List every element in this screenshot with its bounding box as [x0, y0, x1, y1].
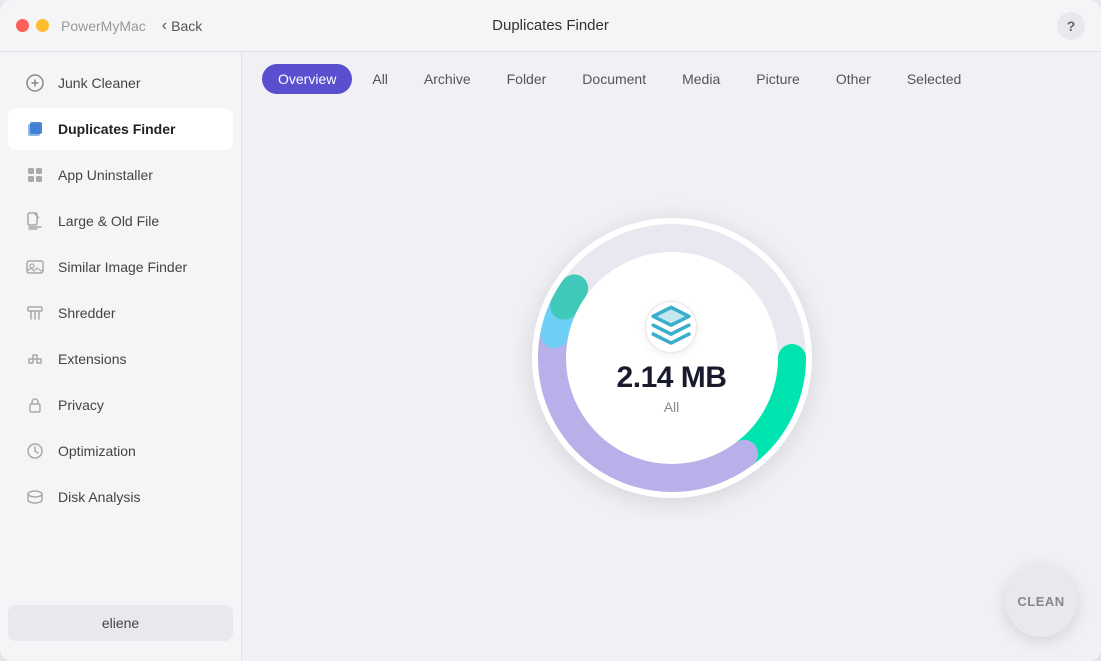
content-area: Overview All Archive Folder Document Med…	[242, 52, 1101, 661]
tab-other[interactable]: Other	[820, 64, 887, 94]
main-layout: Junk Cleaner Duplicates Finder	[0, 52, 1101, 661]
sidebar-item-label: App Uninstaller	[58, 167, 153, 183]
sidebar-item-shredder[interactable]: Shredder	[8, 292, 233, 334]
back-label: Back	[171, 18, 202, 34]
sidebar-item-label: Shredder	[58, 305, 116, 321]
app-name: PowerMyMac	[61, 18, 146, 34]
chart-label: All	[664, 399, 680, 415]
chart-value: 2.14 MB	[617, 361, 727, 395]
sidebar-item-label: Extensions	[58, 351, 126, 367]
sidebar-item-duplicates-finder[interactable]: Duplicates Finder	[8, 108, 233, 150]
sidebar-item-label: Large & Old File	[58, 213, 159, 229]
disk-analysis-icon	[24, 486, 46, 508]
donut-center: 2.14 MB All	[617, 301, 727, 415]
sidebar-item-label: Privacy	[58, 397, 104, 413]
tab-bar: Overview All Archive Folder Document Med…	[242, 52, 1101, 94]
window-title: Duplicates Finder	[492, 17, 609, 34]
clean-button[interactable]: CLEAN	[1005, 565, 1077, 637]
optimization-icon	[24, 440, 46, 462]
sidebar-item-optimization[interactable]: Optimization	[8, 430, 233, 472]
traffic-lights	[16, 19, 49, 32]
sidebar: Junk Cleaner Duplicates Finder	[0, 52, 242, 661]
extensions-icon	[24, 348, 46, 370]
sidebar-item-large-old-file[interactable]: Large & Old File	[8, 200, 233, 242]
shredder-icon	[24, 302, 46, 324]
tab-folder[interactable]: Folder	[491, 64, 563, 94]
privacy-icon	[24, 394, 46, 416]
tab-document[interactable]: Document	[566, 64, 662, 94]
minimize-button[interactable]	[36, 19, 49, 32]
chart-area: 2.14 MB All CLEAN	[242, 94, 1101, 661]
tab-all[interactable]: All	[356, 64, 404, 94]
similar-image-icon	[24, 256, 46, 278]
sidebar-item-label: Similar Image Finder	[58, 259, 187, 275]
app-uninstaller-icon	[24, 164, 46, 186]
donut-chart: 2.14 MB All	[512, 198, 832, 518]
sidebar-item-privacy[interactable]: Privacy	[8, 384, 233, 426]
sidebar-item-label: Disk Analysis	[58, 489, 140, 505]
sidebar-footer: eliene	[0, 593, 241, 653]
junk-cleaner-icon	[24, 72, 46, 94]
sidebar-item-disk-analysis[interactable]: Disk Analysis	[8, 476, 233, 518]
tab-overview[interactable]: Overview	[262, 64, 352, 94]
sidebar-item-junk-cleaner[interactable]: Junk Cleaner	[8, 62, 233, 104]
titlebar: PowerMyMac ‹ Back Duplicates Finder ?	[0, 0, 1101, 52]
sidebar-item-label: Junk Cleaner	[58, 75, 141, 91]
sidebar-item-similar-image-finder[interactable]: Similar Image Finder	[8, 246, 233, 288]
tab-selected[interactable]: Selected	[891, 64, 977, 94]
sidebar-item-label: Optimization	[58, 443, 136, 459]
back-chevron-icon: ‹	[162, 17, 167, 35]
donut-icon	[645, 301, 697, 353]
tab-picture[interactable]: Picture	[740, 64, 816, 94]
help-button[interactable]: ?	[1057, 12, 1085, 40]
app-window: PowerMyMac ‹ Back Duplicates Finder ? Ju…	[0, 0, 1101, 661]
sidebar-item-app-uninstaller[interactable]: App Uninstaller	[8, 154, 233, 196]
user-name[interactable]: eliene	[8, 605, 233, 641]
close-button[interactable]	[16, 19, 29, 32]
duplicates-finder-icon	[24, 118, 46, 140]
tab-archive[interactable]: Archive	[408, 64, 487, 94]
sidebar-item-label: Duplicates Finder	[58, 121, 175, 137]
large-old-file-icon	[24, 210, 46, 232]
sidebar-item-extensions[interactable]: Extensions	[8, 338, 233, 380]
tab-media[interactable]: Media	[666, 64, 736, 94]
back-button[interactable]: ‹ Back	[162, 17, 202, 35]
